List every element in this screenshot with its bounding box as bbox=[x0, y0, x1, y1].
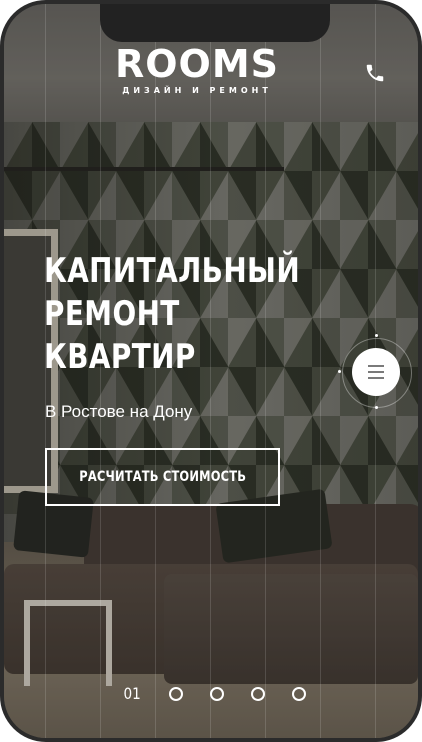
headline-line: КВАРТИР bbox=[44, 337, 196, 377]
logo[interactable]: ROOMS ДИЗАЙН И РЕМОНТ bbox=[102, 44, 292, 104]
cta-label: РАСЧИТАТЬ СТОИМОСТЬ bbox=[79, 469, 246, 485]
sparkle-dot bbox=[375, 406, 378, 409]
phone-icon bbox=[366, 64, 384, 82]
phone-frame: ROOMS ДИЗАЙН И РЕМОНТ КАПИТАЛЬНЫЙ РЕМОНТ… bbox=[0, 0, 422, 742]
hamburger-line bbox=[368, 371, 384, 373]
logo-text: ROOMS bbox=[114, 42, 280, 86]
hero-subtitle: В Ростове на Дону bbox=[45, 402, 193, 421]
slide-dot-3[interactable] bbox=[251, 686, 266, 701]
hamburger-icon bbox=[368, 365, 384, 367]
calculate-cost-button[interactable]: РАСЧИТАТЬ СТОИМОСТЬ bbox=[45, 448, 280, 506]
sparkle-dot bbox=[375, 334, 378, 337]
logo-subtitle: ДИЗАЙН И РЕМОНТ bbox=[122, 86, 272, 95]
slide-dot-2[interactable] bbox=[210, 686, 225, 701]
current-slide-number: 01 bbox=[123, 684, 141, 703]
headline-line: РЕМОНТ bbox=[44, 294, 180, 334]
menu-button[interactable] bbox=[352, 348, 400, 396]
slide-dot-4[interactable] bbox=[292, 686, 307, 701]
phone-notch bbox=[100, 4, 330, 42]
screen: ROOMS ДИЗАЙН И РЕМОНТ КАПИТАЛЬНЫЙ РЕМОНТ… bbox=[4, 4, 418, 738]
headline-line: КАПИТАЛЬНЫЙ bbox=[44, 251, 301, 291]
hamburger-line bbox=[368, 377, 384, 379]
slide-dot-1[interactable] bbox=[169, 686, 184, 701]
sparkle-dot bbox=[338, 370, 341, 373]
slider-pagination: 01 bbox=[122, 684, 307, 703]
phone-button[interactable] bbox=[360, 58, 390, 88]
hero-headline: КАПИТАЛЬНЫЙ РЕМОНТ КВАРТИР bbox=[44, 250, 301, 379]
